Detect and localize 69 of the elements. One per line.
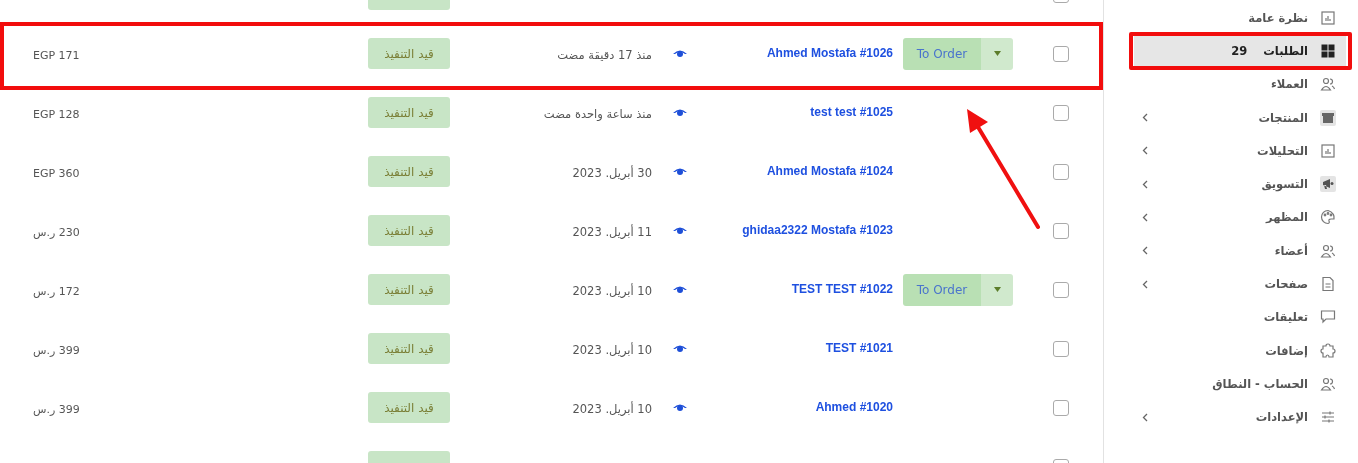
status-pill: قيد التنفيذ (368, 38, 450, 69)
status-pill: قيد التنفيذ (368, 97, 450, 128)
order-total: EGP 360 (33, 167, 80, 180)
order-link[interactable]: test test #1025 (810, 104, 893, 119)
sidebar-item[interactable]: التحليلات (1134, 134, 1346, 168)
eye-icon[interactable] (673, 285, 687, 294)
sidebar-item[interactable]: صفحات (1134, 267, 1346, 301)
chat-icon (1320, 309, 1336, 326)
sidebar-item[interactable]: أعضاء (1134, 234, 1346, 268)
status-pill: قيد التنفيذ (368, 274, 450, 305)
eye-icon[interactable] (673, 344, 687, 353)
order-link[interactable]: Ahmed Mostafa #1026 (766, 45, 893, 60)
order-total: 230 ر.س (33, 226, 80, 239)
checkbox[interactable] (1053, 45, 1069, 62)
order-date: 10 أبريل. 2023 (572, 343, 652, 357)
sidebar-item[interactable]: المنتجات (1134, 100, 1346, 135)
grid-icon (1320, 42, 1336, 59)
box-icon (1320, 109, 1336, 126)
order-total: 172 ر.س (33, 285, 80, 298)
sidebar-item[interactable]: المظهر (1134, 200, 1346, 235)
sliders-icon (1320, 409, 1336, 426)
sidebar-item[interactable]: التسويق (1134, 167, 1346, 201)
order-link[interactable]: TEST TEST #1022 (791, 281, 893, 296)
order-total: 399 ر.س (33, 403, 80, 416)
caret-icon (993, 51, 1001, 56)
puzzle-icon (1320, 342, 1336, 359)
checkbox[interactable] (1053, 340, 1069, 357)
order-total: EGP 128 (33, 108, 80, 121)
status-pill: قيد التنفيذ (368, 333, 450, 364)
order-link[interactable]: ghidaa2322 Mostafa #1023 (742, 222, 893, 237)
checkbox[interactable] (1053, 399, 1069, 416)
palette-icon (1320, 209, 1336, 226)
order-link[interactable]: Ahmed #1020 (815, 399, 893, 414)
sidebar-item[interactable]: نظرة عامة (1134, 1, 1346, 35)
eye-icon[interactable] (673, 49, 687, 58)
checkbox[interactable] (1053, 281, 1069, 298)
people-icon (1320, 76, 1336, 93)
eye-icon[interactable] (673, 403, 687, 412)
chart-icon (1320, 142, 1336, 159)
order-link[interactable]: TEST #1021 (825, 340, 893, 355)
sidebar-item[interactable]: الحساب - النطاق (1134, 367, 1346, 401)
status-pill: قيد التنفيذ (368, 215, 450, 246)
sidebar-item[interactable]: العملاء (1134, 67, 1346, 101)
eye-icon[interactable] (673, 167, 687, 176)
checkbox[interactable] (1053, 163, 1069, 180)
people-icon (1320, 375, 1336, 392)
order-date: 11 أبريل. 2023 (572, 225, 652, 239)
sidebar-item[interactable]: تعليقات (1134, 300, 1346, 334)
order-total: 399 ر.س (33, 344, 80, 357)
people-icon (1320, 242, 1336, 259)
caret-icon (993, 287, 1001, 292)
sidebar-item[interactable]: إضافات (1134, 333, 1346, 368)
order-date: 10 أبريل. 2023 (572, 284, 652, 298)
order-link[interactable]: Ahmed Mostafa #1024 (766, 163, 893, 178)
sidebar-item[interactable]: الإعدادات (1134, 400, 1346, 434)
checkbox[interactable] (1053, 104, 1069, 121)
status-pill: قيد التنفيذ (368, 392, 450, 423)
eye-icon[interactable] (673, 226, 687, 235)
order-date: 10 أبريل. 2023 (572, 402, 652, 416)
eye-icon[interactable] (673, 108, 687, 117)
order-date: 30 أبريل. 2023 (572, 166, 652, 180)
order-total: EGP 171 (33, 49, 80, 62)
order-date: منذ 17 دقيقة مضت (557, 48, 652, 62)
megaphone-icon (1320, 176, 1336, 193)
chart-icon (1320, 9, 1336, 26)
document-icon (1320, 276, 1336, 292)
checkbox[interactable] (1053, 222, 1069, 239)
status-pill: قيد التنفيذ (368, 156, 450, 187)
order-date: منذ ساعة واحدة مضت (543, 107, 652, 121)
